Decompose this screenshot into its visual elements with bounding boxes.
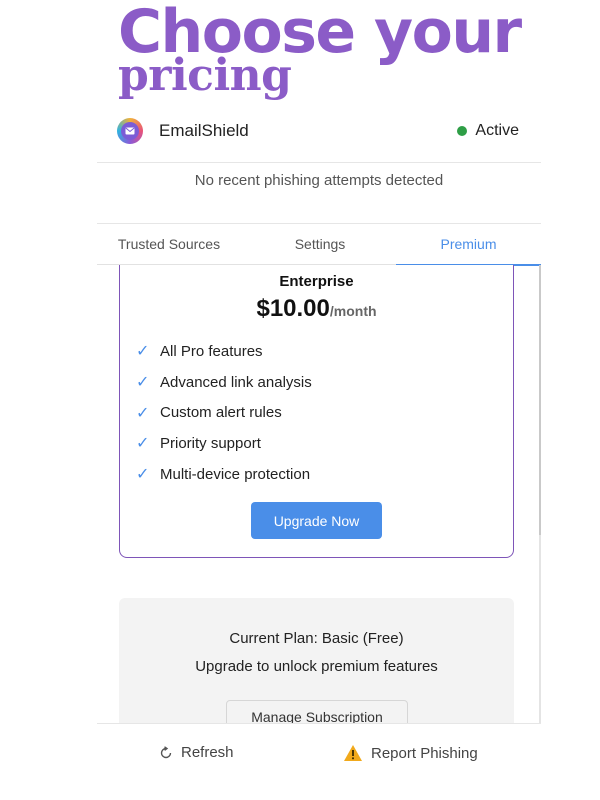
app-header: EmailShield Active bbox=[97, 110, 541, 163]
feature-list: ✓ All Pro features ✓ Advanced link analysi… bbox=[136, 336, 312, 489]
status-dot-icon bbox=[457, 126, 468, 136]
tab-premium[interactable]: Premium bbox=[396, 224, 541, 266]
feature-label: Priority support bbox=[160, 434, 261, 452]
premium-content[interactable]: Enterprise $10.00/month ✓ All Pro feature… bbox=[97, 265, 541, 723]
footer-actions: Refresh Report Phishing bbox=[97, 723, 541, 788]
mail-icon bbox=[121, 122, 139, 140]
feature-label: Multi-device protection bbox=[160, 465, 311, 483]
tab-trusted-sources[interactable]: Trusted Sources bbox=[97, 224, 241, 264]
scrollbar-thumb[interactable] bbox=[539, 265, 541, 535]
check-icon: ✓ bbox=[136, 466, 150, 484]
check-icon: ✓ bbox=[136, 404, 150, 422]
feature-label: Advanced link analysis bbox=[160, 373, 312, 391]
feature-item: ✓ Custom alert rules bbox=[136, 397, 312, 428]
feature-item: ✓ Multi-device protection bbox=[136, 459, 312, 490]
check-icon: ✓ bbox=[136, 435, 150, 453]
tab-bar: Trusted Sources Settings Premium bbox=[97, 224, 541, 266]
report-phishing-button[interactable]: Report Phishing bbox=[343, 744, 478, 762]
feature-label: All Pro features bbox=[160, 342, 263, 360]
check-icon: ✓ bbox=[136, 374, 150, 392]
feature-item: ✓ All Pro features bbox=[136, 336, 312, 367]
warning-icon bbox=[343, 744, 363, 762]
check-icon: ✓ bbox=[136, 343, 150, 361]
price-amount: $10.00 bbox=[256, 295, 330, 322]
report-phishing-label: Report Phishing bbox=[371, 744, 478, 762]
status-indicator: Active bbox=[457, 122, 519, 140]
upgrade-now-button[interactable]: Upgrade Now bbox=[251, 502, 382, 539]
enterprise-plan-card: Enterprise $10.00/month ✓ All Pro feature… bbox=[119, 265, 514, 558]
app-logo bbox=[117, 118, 143, 144]
price-period: /month bbox=[329, 303, 377, 319]
extension-panel: EmailShield Active No recent phishing at… bbox=[97, 110, 541, 800]
page-headline: Choose your pricing bbox=[118, 0, 522, 98]
refresh-button[interactable]: Refresh bbox=[159, 744, 234, 761]
refresh-icon bbox=[159, 745, 173, 760]
current-plan-text: Current Plan: Basic (Free) bbox=[229, 630, 404, 647]
tab-settings[interactable]: Settings bbox=[245, 224, 395, 264]
current-plan-subtext: Upgrade to unlock premium features bbox=[195, 658, 438, 675]
feature-label: Custom alert rules bbox=[160, 404, 282, 422]
feature-item: ✓ Priority support bbox=[136, 428, 312, 459]
manage-subscription-button[interactable]: Manage Subscription bbox=[226, 700, 408, 723]
app-name: EmailShield bbox=[159, 121, 249, 140]
plan-price: $10.00/month bbox=[120, 295, 513, 323]
status-label: Active bbox=[475, 122, 519, 139]
phishing-notice: No recent phishing attempts detected bbox=[97, 163, 541, 224]
plan-name: Enterprise bbox=[279, 273, 354, 290]
feature-item: ✓ Advanced link analysis bbox=[136, 367, 312, 398]
current-plan-card: Current Plan: Basic (Free) Upgrade to un… bbox=[119, 598, 514, 723]
refresh-label: Refresh bbox=[181, 744, 234, 761]
